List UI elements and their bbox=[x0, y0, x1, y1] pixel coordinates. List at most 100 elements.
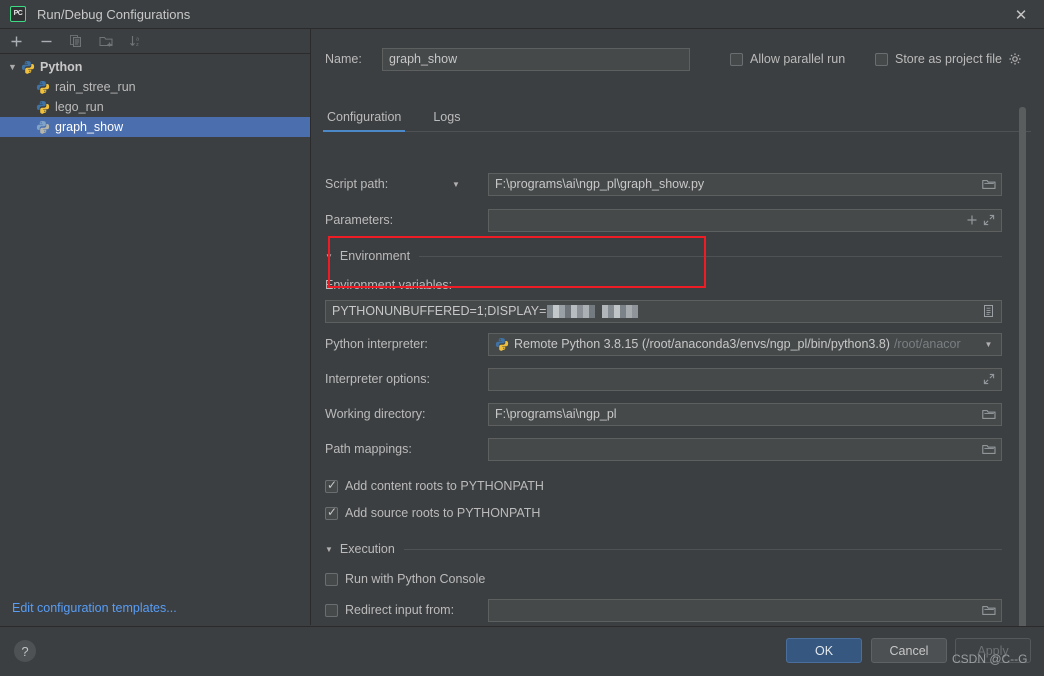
tree-item-label: graph_show bbox=[55, 120, 123, 134]
working-directory-label: Working directory: bbox=[325, 407, 477, 421]
remove-configuration-button[interactable] bbox=[36, 31, 56, 51]
allow-parallel-run-checkbox[interactable]: Allow parallel run bbox=[730, 47, 845, 71]
python-icon bbox=[36, 80, 50, 94]
working-directory-input[interactable]: F:\programs\ai\ngp_pl bbox=[488, 403, 1002, 426]
sort-az-icon[interactable]: a z bbox=[126, 31, 146, 51]
name-input[interactable]: graph_show bbox=[382, 48, 690, 71]
triangle-down-icon[interactable]: ▼ bbox=[325, 545, 333, 554]
name-row: Name: graph_show Allow parallel run Stor… bbox=[325, 47, 1031, 71]
editor-tabs[interactable]: Configuration Logs bbox=[325, 105, 1031, 132]
run-with-python-console-label: Run with Python Console bbox=[345, 572, 485, 586]
path-mappings-input[interactable] bbox=[488, 438, 1002, 461]
configuration-editor-panel: Name: graph_show Allow parallel run Stor… bbox=[312, 29, 1044, 625]
cancel-button[interactable]: Cancel bbox=[871, 638, 947, 663]
section-divider bbox=[419, 256, 1002, 257]
working-directory-row: Working directory: F:\programs\ai\ngp_pl bbox=[325, 402, 1002, 426]
edit-environment-variables-icon[interactable] bbox=[980, 303, 997, 319]
svg-text:z: z bbox=[136, 42, 139, 48]
browse-folder-icon[interactable] bbox=[980, 176, 997, 192]
close-icon[interactable]: ✕ bbox=[998, 0, 1044, 29]
python-interpreter-select[interactable]: Remote Python 3.8.15 (/root/anaconda3/en… bbox=[488, 333, 1002, 356]
copy-configuration-icon[interactable] bbox=[66, 31, 86, 51]
path-mappings-row: Path mappings: bbox=[325, 437, 1002, 461]
tree-group-label: Python bbox=[40, 60, 82, 74]
browse-folder-icon[interactable] bbox=[980, 406, 997, 422]
path-mappings-label: Path mappings: bbox=[325, 442, 477, 456]
tree-item-rain-stree-run[interactable]: rain_stree_run bbox=[0, 77, 310, 97]
tree-item-lego-run[interactable]: lego_run bbox=[0, 97, 310, 117]
redirect-input-label: Redirect input from: bbox=[345, 603, 454, 617]
environment-variables-input[interactable]: PYTHONUNBUFFERED=1;DISPLAY= bbox=[325, 300, 1002, 323]
script-path-input[interactable]: F:\programs\ai\ngp_pl\graph_show.py bbox=[488, 173, 1002, 196]
python-icon bbox=[36, 120, 50, 134]
dialog-footer: ? OK Cancel Apply bbox=[0, 626, 1044, 676]
help-button[interactable]: ? bbox=[14, 640, 36, 662]
store-as-project-file-checkbox[interactable]: Store as project file bbox=[875, 47, 1022, 71]
python-interpreter-path-suffix: /root/anacor bbox=[894, 337, 980, 351]
gear-icon[interactable] bbox=[1008, 52, 1022, 66]
browse-folder-icon[interactable] bbox=[980, 441, 997, 457]
environment-section-header[interactable]: ▼ Environment bbox=[325, 249, 1002, 263]
add-source-roots-label: Add source roots to PYTHONPATH bbox=[345, 506, 540, 520]
parameters-input[interactable] bbox=[488, 209, 1002, 232]
environment-section-label: Environment bbox=[340, 249, 410, 263]
checkbox-box bbox=[325, 507, 338, 520]
python-icon bbox=[21, 60, 35, 74]
ok-button[interactable]: OK bbox=[786, 638, 862, 663]
tree-item-label: lego_run bbox=[55, 100, 104, 114]
browse-folder-icon[interactable] bbox=[980, 602, 997, 618]
environment-variables-value: PYTHONUNBUFFERED=1;DISPLAY= bbox=[332, 304, 980, 318]
environment-variables-label-row: Environment variables: bbox=[325, 273, 1002, 297]
add-content-roots-checkbox[interactable]: Add content roots to PYTHONPATH bbox=[325, 474, 544, 498]
python-interpreter-value: Remote Python 3.8.15 (/root/anaconda3/en… bbox=[514, 337, 890, 351]
redacted-value bbox=[547, 305, 638, 318]
chevron-down-icon[interactable]: ▼ bbox=[6, 61, 19, 74]
title-bar: PC Run/Debug Configurations ✕ bbox=[0, 0, 1044, 29]
configurations-toolbar: a z bbox=[0, 29, 310, 54]
checkbox-box bbox=[325, 480, 338, 493]
interpreter-options-input[interactable] bbox=[488, 368, 1002, 391]
insert-macro-plus-icon[interactable] bbox=[963, 212, 980, 228]
section-divider bbox=[404, 549, 1002, 550]
checkbox-box bbox=[325, 573, 338, 586]
add-content-roots-label: Add content roots to PYTHONPATH bbox=[345, 479, 544, 493]
edit-configuration-templates-link[interactable]: Edit configuration templates... bbox=[12, 601, 177, 615]
execution-section-label: Execution bbox=[340, 542, 395, 556]
store-as-project-file-label: Store as project file bbox=[895, 52, 1002, 66]
interpreter-options-row: Interpreter options: bbox=[325, 367, 1002, 391]
interpreter-options-label: Interpreter options: bbox=[325, 372, 477, 386]
python-icon bbox=[36, 100, 50, 114]
folder-add-icon[interactable] bbox=[96, 31, 116, 51]
checkbox-box bbox=[875, 53, 888, 66]
environment-variables-label: Environment variables: bbox=[325, 278, 477, 292]
configurations-tree[interactable]: ▼ Python rain_stree_run lego_run bbox=[0, 54, 310, 137]
triangle-down-icon[interactable]: ▼ bbox=[325, 252, 333, 261]
chevron-down-icon[interactable]: ▼ bbox=[452, 180, 460, 189]
configurations-panel: a z ▼ Python rain_stree_run bbox=[0, 29, 311, 625]
redirect-input-path-input[interactable] bbox=[488, 599, 1002, 622]
tab-configuration[interactable]: Configuration bbox=[325, 110, 415, 131]
watermark: CSDN @C--G bbox=[952, 652, 1028, 666]
script-path-row: Script path: ▼ F:\programs\ai\ngp_pl\gra… bbox=[325, 172, 1002, 196]
environment-variables-row: PYTHONUNBUFFERED=1;DISPLAY= bbox=[325, 299, 1002, 323]
window-title: Run/Debug Configurations bbox=[37, 7, 190, 22]
add-source-roots-checkbox[interactable]: Add source roots to PYTHONPATH bbox=[325, 501, 540, 525]
name-input-value: graph_show bbox=[389, 52, 457, 66]
vertical-scrollbar[interactable] bbox=[1019, 107, 1026, 647]
execution-section-header[interactable]: ▼ Execution bbox=[325, 542, 1002, 556]
expand-editor-icon[interactable] bbox=[980, 212, 997, 228]
run-with-python-console-checkbox[interactable]: Run with Python Console bbox=[325, 567, 485, 591]
tree-item-graph-show[interactable]: graph_show bbox=[0, 117, 310, 137]
redirect-input-row: Redirect input from: bbox=[325, 598, 1002, 622]
expand-editor-icon[interactable] bbox=[980, 371, 997, 387]
tab-logs[interactable]: Logs bbox=[431, 110, 474, 131]
working-directory-value: F:\programs\ai\ngp_pl bbox=[495, 407, 980, 421]
tree-group-python[interactable]: ▼ Python bbox=[0, 57, 310, 77]
redirect-input-checkbox[interactable] bbox=[325, 604, 338, 617]
chevron-down-icon[interactable]: ▼ bbox=[980, 336, 997, 352]
checkbox-box bbox=[730, 53, 743, 66]
pycharm-app-icon: PC bbox=[10, 6, 26, 22]
allow-parallel-run-label: Allow parallel run bbox=[750, 52, 845, 66]
add-configuration-button[interactable] bbox=[6, 31, 26, 51]
python-icon bbox=[495, 337, 509, 351]
